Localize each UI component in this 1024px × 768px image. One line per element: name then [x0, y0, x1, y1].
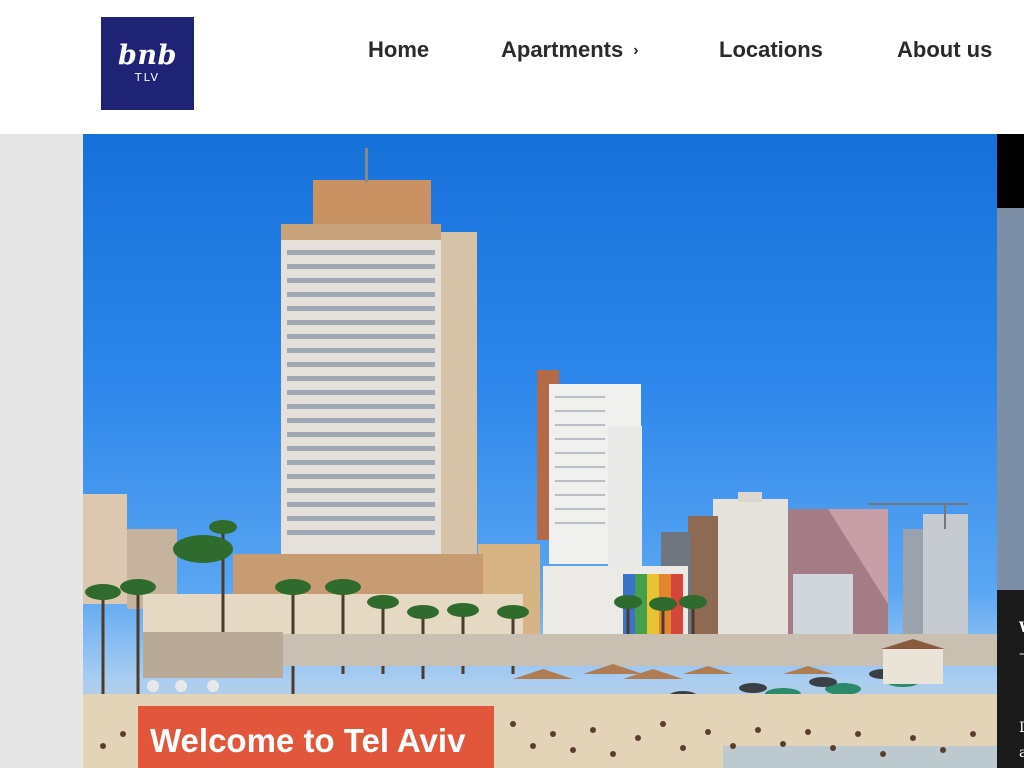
logo-sub-text: TLV — [134, 71, 161, 84]
chevron-right-icon: › — [633, 42, 639, 59]
next-slide-text-panel: W – D a — [997, 590, 1024, 768]
site-header: bnb TLV Home Apartments › Locations About… — [0, 0, 1024, 134]
main-nav: Home Apartments › Locations About us — [0, 36, 1024, 66]
hero-caption: Welcome to Tel Aviv — [138, 706, 494, 768]
tel-aviv-beach-skyline-illustration — [83, 148, 997, 768]
left-gutter — [0, 134, 83, 768]
nav-about-link[interactable]: About us — [897, 36, 992, 64]
next-slide-text-fragment: D — [1019, 720, 1024, 736]
nav-apartments-link[interactable]: Apartments › — [501, 36, 639, 67]
next-slide-text-fragment: a — [1019, 745, 1024, 761]
next-slide-text-fragment: W — [1019, 620, 1024, 636]
next-slide-image — [997, 208, 1024, 590]
nav-home-link[interactable]: Home — [368, 36, 429, 64]
hero-image[interactable] — [83, 134, 997, 768]
nav-apartments-label: Apartments — [501, 37, 624, 62]
next-slide-text-fragment: – — [1019, 646, 1024, 662]
next-slide-edge[interactable]: W – D a — [997, 134, 1024, 768]
nav-locations-link[interactable]: Locations — [719, 36, 823, 64]
next-slide-top-band — [997, 134, 1024, 208]
